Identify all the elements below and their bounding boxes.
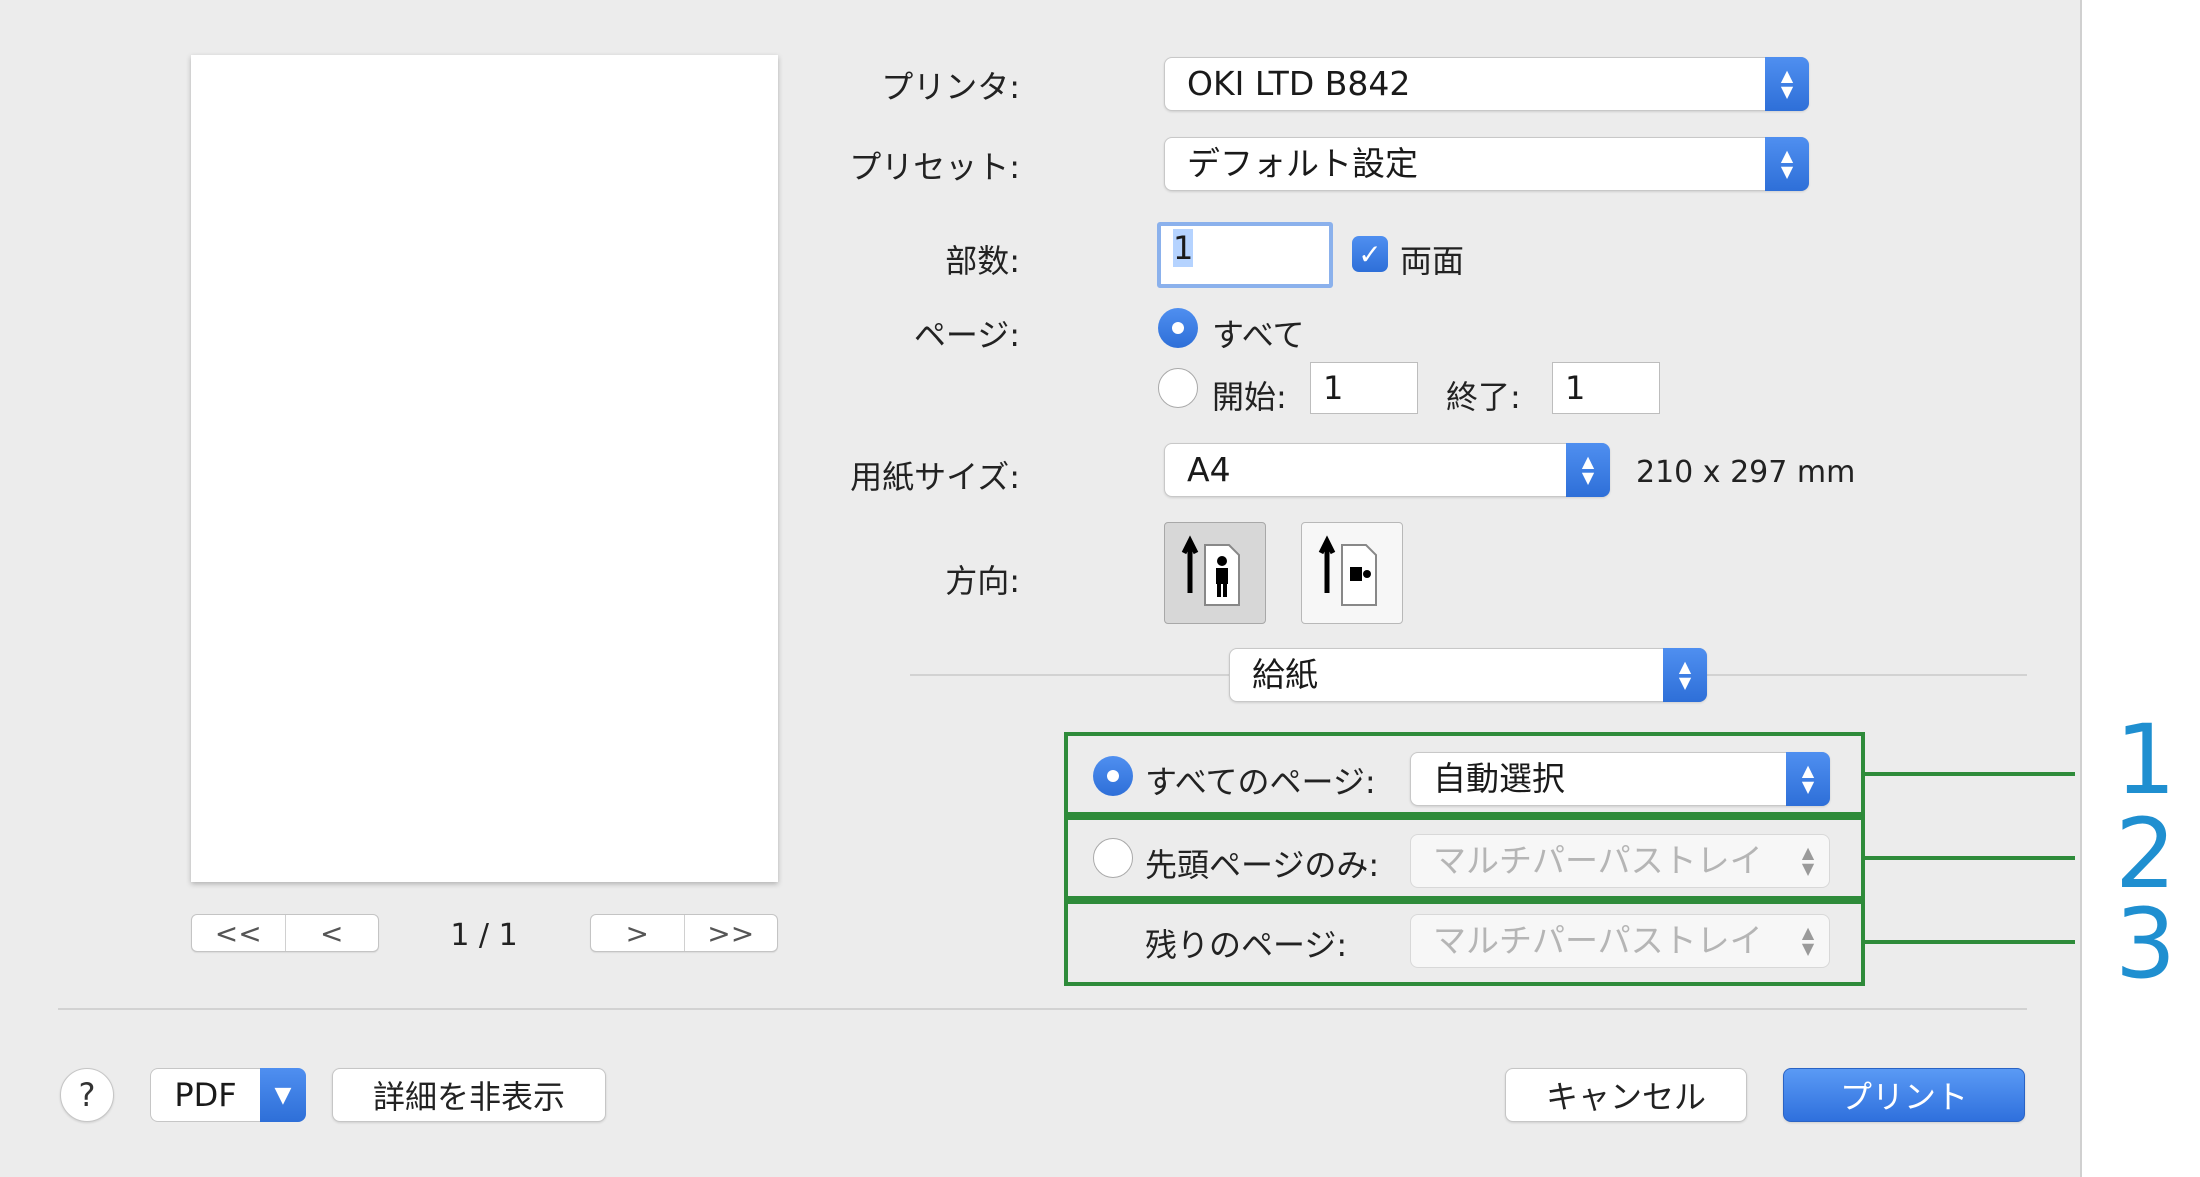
copies-label: 部数:	[945, 242, 1020, 280]
print-button[interactable]: プリント	[1783, 1068, 2025, 1122]
orientation-label: 方向:	[945, 562, 1020, 600]
section-menu-value: 給紙	[1252, 655, 1318, 694]
print-preview-page	[191, 55, 778, 882]
paper-dimensions: 210 x 297 mm	[1636, 455, 1856, 490]
printer-label: プリンタ:	[881, 68, 1020, 106]
pages-all-label: すべて	[1212, 316, 1305, 354]
paper-size-label: 用紙サイズ:	[850, 458, 1020, 496]
landscape-icon	[1318, 535, 1377, 606]
duplex-label: 両面	[1400, 242, 1465, 280]
callout-number-1: 1	[2115, 704, 2177, 816]
pages-label: ページ:	[913, 316, 1020, 354]
section-menu-popup[interactable]: 給紙 ▲ ▼	[1229, 648, 1707, 702]
callout-box-3	[1064, 900, 1865, 986]
prev-page-button[interactable]: <	[284, 915, 379, 951]
copies-value: 1	[1173, 229, 1194, 267]
landscape-button[interactable]	[1301, 522, 1403, 624]
preview-back-nav: << <	[191, 914, 379, 952]
callout-number-3: 3	[2115, 888, 2177, 1000]
popup-arrows-icon: ▲ ▼	[1566, 443, 1610, 497]
pdf-menu-button[interactable]: PDF ▼	[150, 1068, 306, 1122]
pages-range-radio[interactable]	[1158, 368, 1198, 408]
callout-box-2	[1064, 816, 1865, 900]
printer-value: OKI LTD B842	[1187, 64, 1411, 103]
callout-box-1	[1064, 732, 1865, 816]
range-to-label: 終了:	[1446, 378, 1521, 416]
portrait-button[interactable]	[1164, 522, 1266, 624]
callout-line-2	[1865, 856, 2075, 860]
paper-size-popup[interactable]: A4 ▲ ▼	[1164, 443, 1610, 497]
callout-line-1	[1865, 772, 2075, 776]
preview-forward-nav: > >>	[590, 914, 778, 952]
range-from-label: 開始:	[1212, 378, 1287, 416]
portrait-icon	[1181, 535, 1240, 606]
hide-details-button[interactable]: 詳細を非表示	[332, 1068, 606, 1122]
first-page-button[interactable]: <<	[192, 915, 285, 951]
last-page-button[interactable]: >>	[683, 915, 778, 951]
range-to-field[interactable]: 1	[1552, 362, 1660, 414]
cancel-button[interactable]: キャンセル	[1505, 1068, 1747, 1122]
copies-field[interactable]: 1	[1157, 222, 1333, 288]
popup-arrows-icon: ▲ ▼	[1663, 648, 1707, 702]
duplex-checkbox[interactable]: ✓	[1352, 236, 1388, 272]
preset-popup[interactable]: デフォルト設定 ▲ ▼	[1164, 137, 1809, 191]
pages-all-radio[interactable]	[1158, 308, 1198, 348]
range-from-field[interactable]: 1	[1310, 362, 1418, 414]
preset-label: プリセット:	[849, 148, 1020, 186]
callout-line-3	[1865, 940, 2075, 944]
print-dialog: << < 1 / 1 > >> プリンタ: OKI LTD B842 ▲ ▼ プリ…	[0, 0, 2082, 1177]
popup-arrows-icon: ▲ ▼	[1765, 137, 1809, 191]
chevron-down-icon[interactable]: ▼	[260, 1068, 306, 1122]
footer-divider	[58, 1008, 2027, 1010]
next-page-button[interactable]: >	[591, 915, 684, 951]
help-button[interactable]: ?	[60, 1068, 114, 1122]
pdf-button-label[interactable]: PDF	[150, 1068, 260, 1122]
paper-size-value: A4	[1187, 450, 1231, 489]
printer-popup[interactable]: OKI LTD B842 ▲ ▼	[1164, 57, 1809, 111]
preset-value: デフォルト設定	[1187, 144, 1418, 183]
popup-arrows-icon: ▲ ▼	[1765, 57, 1809, 111]
page-indicator: 1 / 1	[450, 918, 518, 953]
